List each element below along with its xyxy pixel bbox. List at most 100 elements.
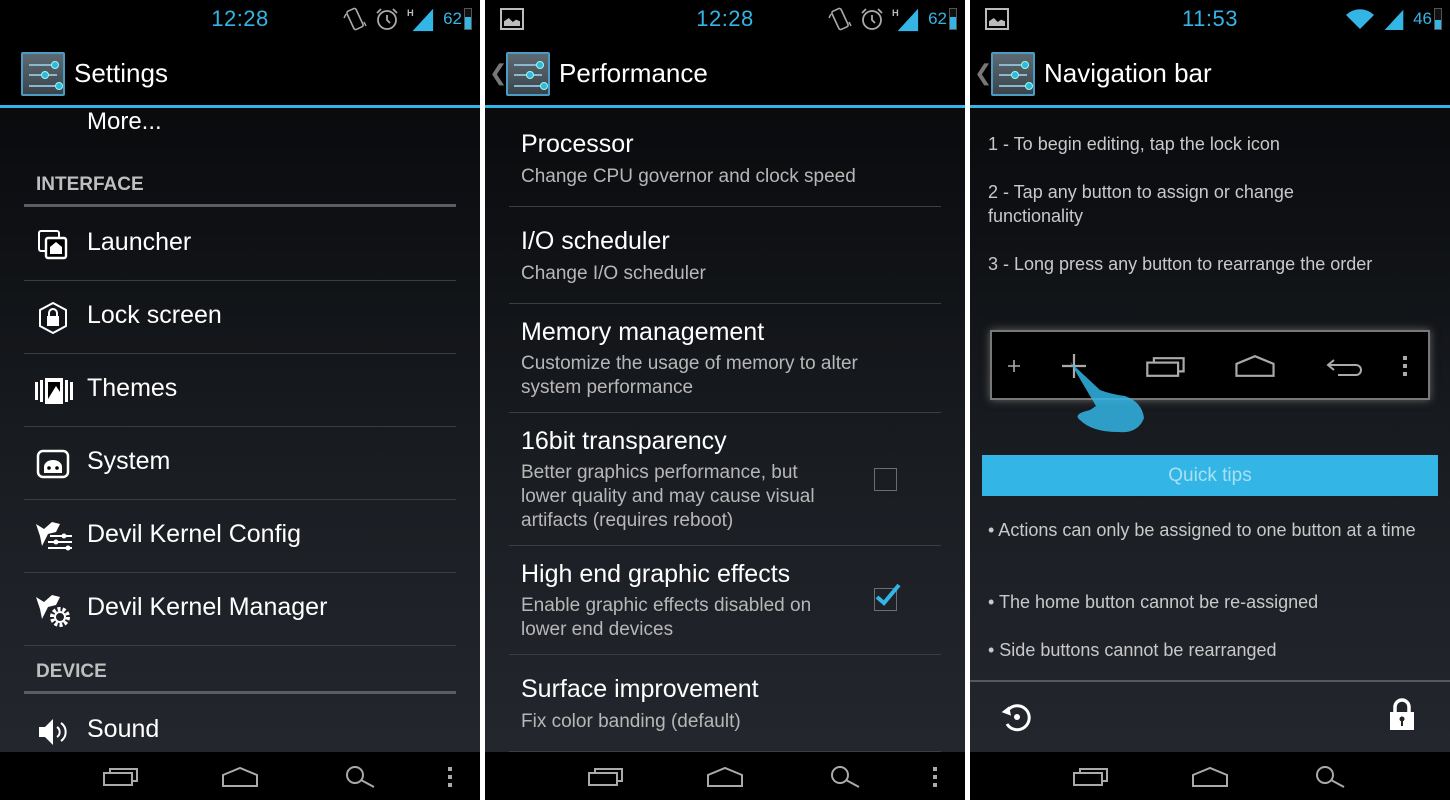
up-chevron-icon[interactable]: ❮ (974, 60, 992, 86)
pref-io-scheduler[interactable]: I/O scheduler Change I/O scheduler (509, 207, 941, 304)
settings-screen: 12:28 62 Settings More... INTERFACE Laun… (0, 0, 480, 800)
devil-manager-icon (36, 595, 70, 627)
settings-item-label: System (87, 447, 171, 475)
home-button[interactable] (221, 766, 259, 788)
editor-toolbar (970, 680, 1450, 752)
pref-summary: Change I/O scheduler (521, 263, 706, 284)
pref-title: 16bit transparency (521, 427, 727, 455)
settings-app-icon (506, 52, 550, 96)
settings-item-label: Devil Kernel Manager (87, 593, 328, 621)
settings-app-icon (991, 52, 1035, 96)
settings-item-launcher[interactable]: Launcher (24, 208, 456, 281)
alarm-icon (375, 7, 399, 31)
pref-title: I/O scheduler (521, 227, 670, 255)
home-button[interactable] (1191, 766, 1229, 788)
list-item-more[interactable]: More... (87, 108, 162, 136)
checkmark-icon (875, 583, 901, 606)
menu-button[interactable] (932, 766, 938, 788)
battery-charging-icon (464, 8, 472, 30)
pref-summary: Enable graphic effects disabled on lower… (521, 595, 812, 640)
vibrate-icon (828, 6, 852, 32)
devil-config-icon (36, 522, 72, 551)
search-button[interactable] (1314, 765, 1346, 789)
lock-screen-icon (39, 301, 67, 335)
pref-title: High end graphic effects (521, 560, 791, 588)
checkbox-high-end-graphic-effects[interactable] (874, 583, 901, 611)
instruction-step: 3 - Long press any button to rearrange t… (988, 254, 1373, 274)
settings-item-label: Lock screen (87, 301, 222, 329)
settings-item-label: Themes (87, 374, 178, 402)
menu-button[interactable] (447, 766, 453, 788)
search-button[interactable] (829, 765, 861, 789)
tap-hand-icon (1070, 362, 1144, 433)
settings-item-devil-kernel-config[interactable]: Devil Kernel Config (24, 500, 456, 573)
action-bar[interactable]: ❮ Navigation bar (970, 38, 1450, 108)
status-bar: 12:28 62 (0, 0, 480, 38)
page-title: Performance (559, 58, 708, 88)
wifi-icon (1345, 8, 1375, 30)
preview-home-icon[interactable] (1234, 354, 1276, 378)
settings-list: More... INTERFACE Launcher Lock screen T… (0, 108, 480, 752)
section-divider (24, 691, 456, 694)
status-icons: 62 (828, 5, 957, 33)
add-small-icon[interactable] (1008, 360, 1020, 372)
page-title: Navigation bar (1044, 58, 1212, 88)
preview-menu-icon[interactable] (1402, 355, 1408, 377)
battery-percent: 62 (443, 9, 462, 28)
signal-icon (1383, 7, 1405, 31)
settings-item-label: Launcher (87, 228, 192, 256)
system-nav-bar (0, 752, 480, 800)
section-header-interface: INTERFACE (36, 174, 144, 195)
launcher-icon (38, 230, 68, 260)
pref-processor[interactable]: Processor Change CPU governor and clock … (509, 108, 941, 207)
settings-item-sound[interactable]: Sound (24, 695, 456, 752)
vibrate-icon (343, 6, 367, 32)
tip-item: • Side buttons cannot be rearranged (988, 640, 1277, 660)
pref-high-end-graphic-effects[interactable]: High end graphic effects Enable graphic … (509, 546, 941, 655)
pref-title: Memory management (521, 318, 765, 346)
settings-item-lock-screen[interactable]: Lock screen (24, 281, 456, 354)
pref-memory-management[interactable]: Memory management Customize the usage of… (509, 304, 941, 413)
performance-list: Processor Change CPU governor and clock … (485, 108, 965, 752)
battery-percent: 46 (1413, 9, 1432, 28)
checkbox-16bit-transparency[interactable] (874, 468, 897, 491)
performance-screen: 12:28 62 ❮ Performance Processor Change … (485, 0, 965, 800)
instruction-step: 2 - Tap any button to assign or change f… (988, 182, 1294, 226)
up-chevron-icon[interactable]: ❮ (489, 60, 507, 86)
pref-surface-improvement[interactable]: Surface improvement Fix color banding (d… (509, 655, 941, 752)
system-nav-bar (970, 752, 1450, 800)
navigation-bar-screen: 11:53 46 ❮ Navigation bar 1 - To begin e… (970, 0, 1450, 800)
pref-summary: Change CPU governor and clock speed (521, 166, 856, 187)
recent-apps-button[interactable] (588, 767, 624, 787)
search-button[interactable] (344, 765, 376, 789)
pref-16bit-transparency[interactable]: 16bit transparency Better graphics perfo… (509, 413, 941, 546)
pref-summary: Customize the usage of memory to alter s… (521, 353, 858, 398)
pref-title: Processor (521, 130, 634, 158)
status-icons: 62 (343, 5, 472, 33)
action-bar[interactable]: ❮ Performance (485, 38, 965, 108)
action-bar[interactable]: Settings (0, 38, 480, 108)
settings-item-themes[interactable]: Themes (24, 354, 456, 427)
battery-charging-icon (949, 8, 957, 30)
alarm-icon (860, 7, 884, 31)
sound-icon (39, 719, 67, 745)
hspa-signal-icon (407, 6, 435, 32)
navbar-editor: 1 - To begin editing, tap the lock icon … (970, 108, 1450, 752)
settings-item-devil-kernel-manager[interactable]: Devil Kernel Manager (24, 573, 456, 646)
tip-item: • Actions can only be assigned to one bu… (988, 520, 1416, 540)
recent-apps-button[interactable] (103, 767, 139, 787)
system-icon (36, 449, 70, 479)
lock-icon[interactable] (1388, 698, 1416, 732)
recent-apps-button[interactable] (1073, 767, 1109, 787)
preview-back-icon[interactable] (1326, 356, 1366, 378)
pref-summary: Fix color banding (default) (521, 711, 741, 732)
status-bar: 12:28 62 (485, 0, 965, 38)
settings-item-system[interactable]: System (24, 427, 456, 500)
status-icons: 46 (1345, 5, 1442, 33)
battery-icon (1434, 8, 1442, 30)
reset-icon[interactable] (1000, 700, 1034, 734)
status-bar: 11:53 46 (970, 0, 1450, 38)
home-button[interactable] (706, 766, 744, 788)
quick-tips-header: Quick tips (982, 455, 1438, 496)
navbar-preview (990, 330, 1430, 433)
